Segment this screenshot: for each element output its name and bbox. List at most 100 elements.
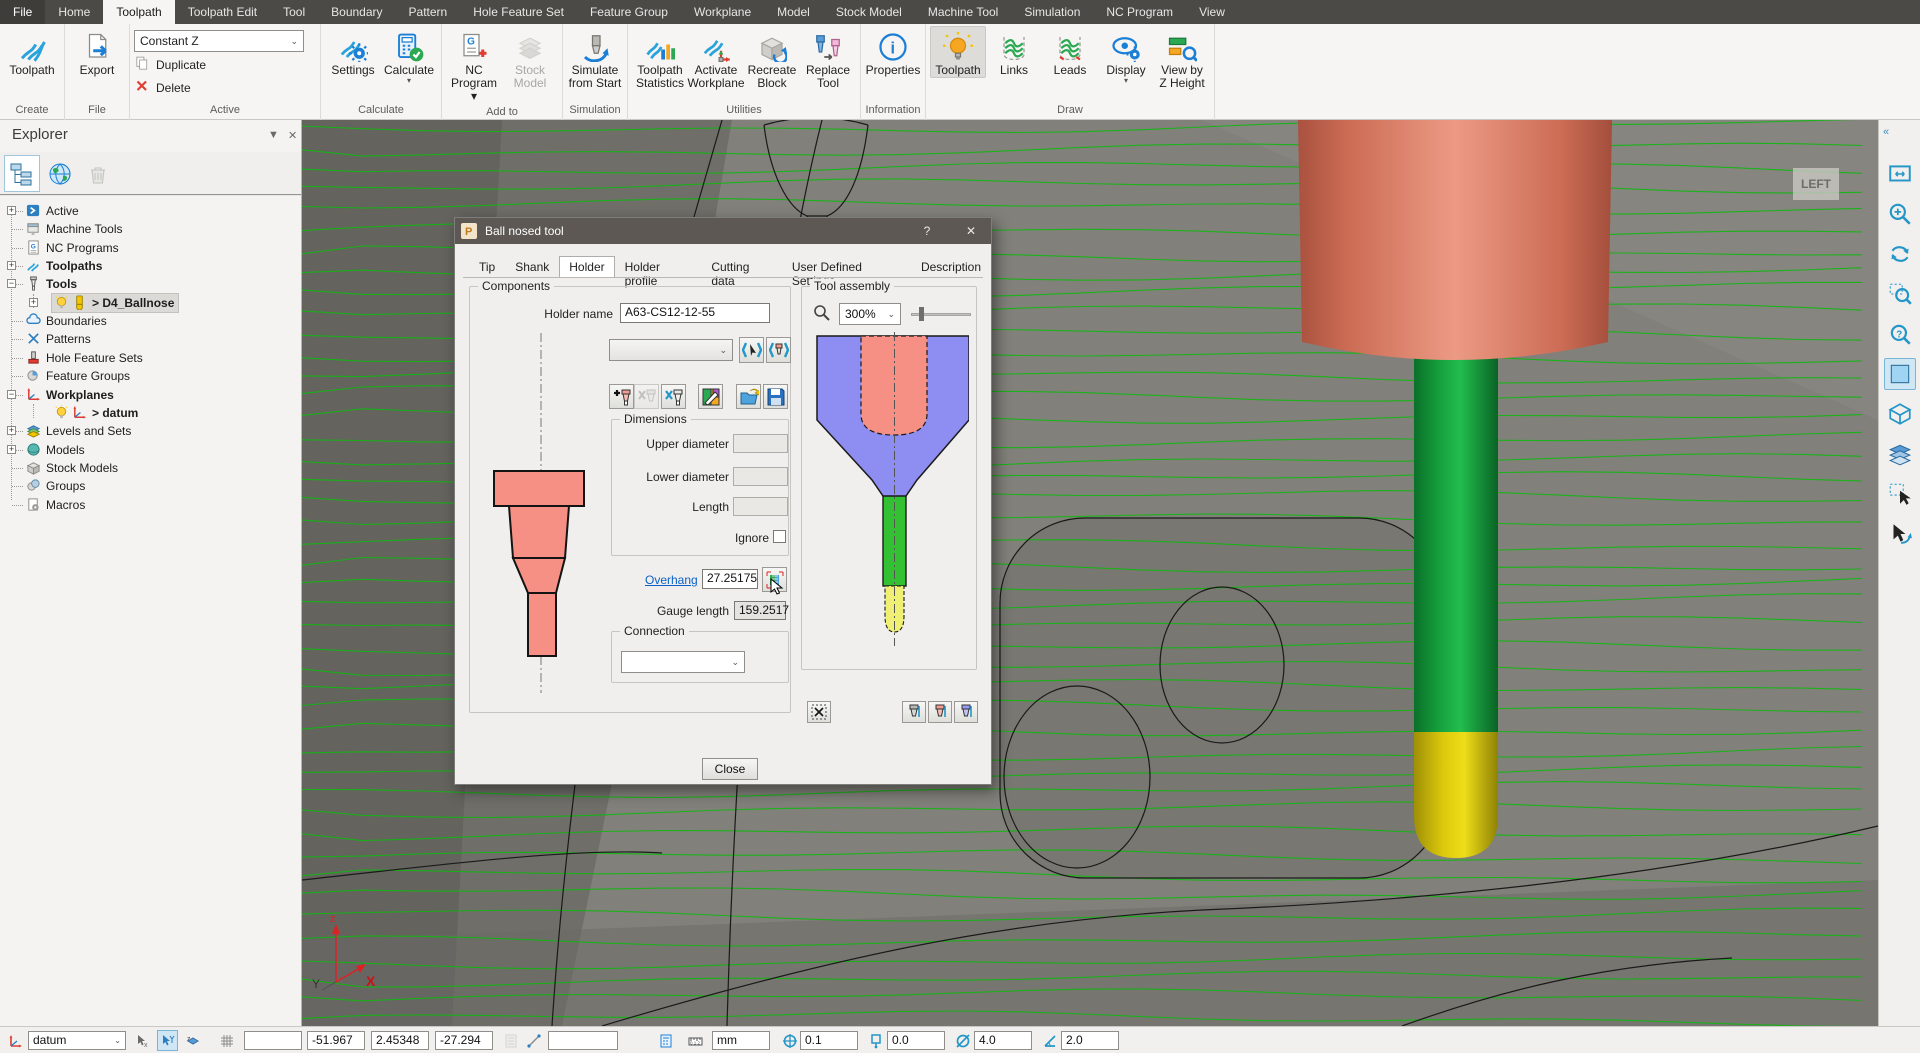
save-holder-button[interactable] bbox=[763, 384, 788, 409]
ribbon-button-toolpath-statistics[interactable]: ToolpathStatistics bbox=[632, 26, 688, 91]
ribbon-button-links[interactable]: Links bbox=[986, 26, 1042, 78]
tree-expand-plus[interactable]: + bbox=[29, 298, 38, 307]
tree-item-active[interactable]: +Active bbox=[0, 202, 301, 220]
zoom-in-button[interactable] bbox=[1884, 198, 1916, 230]
levels-button[interactable] bbox=[1884, 438, 1916, 470]
menu-view[interactable]: View bbox=[1186, 0, 1238, 24]
explorer-trash-button[interactable] bbox=[80, 155, 116, 192]
upper-diameter-input[interactable] bbox=[733, 434, 788, 453]
menu-tool[interactable]: Tool bbox=[270, 0, 318, 24]
assembly-zoom-slider-handle[interactable] bbox=[919, 307, 924, 321]
overhang-input[interactable]: 27.25175 bbox=[702, 569, 758, 589]
tree-expand-plus[interactable]: + bbox=[7, 206, 16, 215]
ribbon-button-duplicate[interactable]: Duplicate bbox=[134, 54, 316, 75]
coord-z-field[interactable]: -27.294 bbox=[435, 1031, 493, 1050]
menu-pattern[interactable]: Pattern bbox=[396, 0, 461, 24]
open-holder-button[interactable] bbox=[736, 384, 761, 409]
active-strategy-dropdown[interactable]: Constant Z⌄ bbox=[134, 30, 304, 52]
tree-item-stockmodels[interactable]: Stock Models bbox=[0, 459, 301, 477]
ribbon-button-activate-workplane[interactable]: ActivateWorkplane bbox=[688, 26, 744, 91]
iso-view-cube-button[interactable] bbox=[1884, 398, 1916, 430]
holder-name-input[interactable]: A63-CS12-12-55 bbox=[620, 303, 770, 323]
coord-x-field[interactable]: -51.967 bbox=[307, 1031, 365, 1050]
add-component-button[interactable] bbox=[609, 384, 634, 409]
component-select-combo[interactable]: ⌄ bbox=[609, 339, 733, 361]
list-icon[interactable] bbox=[500, 1030, 521, 1051]
grid-size-field[interactable] bbox=[244, 1031, 302, 1050]
wizard-tool-button[interactable] bbox=[766, 337, 791, 363]
menu-toolpath[interactable]: Toolpath bbox=[103, 0, 174, 24]
menu-model[interactable]: Model bbox=[764, 0, 823, 24]
dialog-tab-holder-profile[interactable]: Holder profile bbox=[615, 256, 702, 278]
tree-item-toolpaths[interactable]: +Toolpaths bbox=[0, 257, 301, 275]
shaded-view-button[interactable] bbox=[1884, 358, 1916, 390]
tree-item-boundaries[interactable]: Boundaries bbox=[0, 312, 301, 330]
explorer-web-button[interactable] bbox=[42, 155, 78, 192]
menu-hole-feature-set[interactable]: Hole Feature Set bbox=[460, 0, 577, 24]
explorer-close-icon[interactable]: ✕ bbox=[288, 129, 297, 142]
cursor-z-icon[interactable]: z bbox=[182, 1030, 203, 1051]
tree-item-patterns[interactable]: Patterns bbox=[0, 330, 301, 348]
dialog-tab-user-defined-settings[interactable]: User Defined Settings bbox=[782, 256, 911, 278]
tree-item-macros[interactable]: Macros bbox=[0, 496, 301, 514]
tree-item-levelsandsets[interactable]: +Levels and Sets bbox=[0, 422, 301, 440]
assembly-shade-button-2[interactable] bbox=[928, 701, 952, 723]
dialog-tab-cutting-data[interactable]: Cutting data bbox=[701, 256, 782, 278]
refresh-view-button[interactable] bbox=[1884, 238, 1916, 270]
tree-expand-minus[interactable]: − bbox=[7, 390, 16, 399]
ribbon-button-view-by-z-height[interactable]: View byZ Height bbox=[1154, 26, 1210, 91]
menu-toolpath-edit[interactable]: Toolpath Edit bbox=[175, 0, 270, 24]
ribbon-button-nc-program--[interactable]: GNCProgram ▾ bbox=[446, 26, 502, 104]
tree-expand-minus[interactable]: − bbox=[7, 279, 16, 288]
tree-item-featuregroups[interactable]: Feature Groups bbox=[0, 367, 301, 385]
tree-item-tools[interactable]: −Tools bbox=[0, 275, 301, 293]
ribbon-button-display[interactable]: Display▾ bbox=[1098, 26, 1154, 86]
diameter-field[interactable]: 4.0 bbox=[974, 1031, 1032, 1050]
tree-item-models[interactable]: +Models bbox=[0, 441, 301, 459]
dialog-tab-shank[interactable]: Shank bbox=[505, 256, 559, 278]
stepover-field[interactable]: 2.0 bbox=[1061, 1031, 1119, 1050]
tree-expand-plus[interactable]: + bbox=[7, 445, 16, 454]
dialog-tab-holder[interactable]: Holder bbox=[559, 256, 614, 278]
lower-diameter-input[interactable] bbox=[733, 467, 788, 486]
thickness-field[interactable]: 0.0 bbox=[887, 1031, 945, 1050]
explorer-tree-view-button[interactable] bbox=[4, 155, 40, 192]
remove-component-button[interactable] bbox=[634, 384, 659, 409]
select-box-button[interactable] bbox=[1884, 478, 1916, 510]
menu-workplane[interactable]: Workplane bbox=[681, 0, 764, 24]
menu-file[interactable]: File bbox=[0, 0, 45, 24]
menu-machine-tool[interactable]: Machine Tool bbox=[915, 0, 1012, 24]
menu-nc-program[interactable]: NC Program bbox=[1093, 0, 1186, 24]
fit-screen-button[interactable] bbox=[1884, 158, 1916, 190]
select-rotate-button[interactable] bbox=[1884, 518, 1916, 550]
menu-feature-group[interactable]: Feature Group bbox=[577, 0, 681, 24]
dialog-tab-description[interactable]: Description bbox=[911, 256, 991, 278]
ribbon-button-settings[interactable]: Settings bbox=[325, 26, 381, 78]
ribbon-button-properties[interactable]: iProperties bbox=[865, 26, 921, 78]
dialog-titlebar[interactable]: P Ball nosed tool ? ✕ bbox=[455, 218, 991, 244]
assembly-autoscale-button[interactable] bbox=[807, 701, 831, 723]
tree-item-workplanes[interactable]: −Workplanes bbox=[0, 386, 301, 404]
ribbon-button-simulate-from-start[interactable]: Simulatefrom Start bbox=[567, 26, 623, 91]
dialog-close-x-button[interactable]: ✕ bbox=[961, 222, 981, 240]
menu-stock-model[interactable]: Stock Model bbox=[823, 0, 915, 24]
ribbon-button-toolpath[interactable]: Toolpath bbox=[4, 26, 60, 78]
dialog-help-button[interactable]: ? bbox=[917, 222, 937, 240]
cursor-x-icon[interactable]: x bbox=[132, 1030, 153, 1051]
ribbon-button-leads[interactable]: Leads bbox=[1042, 26, 1098, 78]
cursor-y-icon[interactable] bbox=[157, 1030, 178, 1051]
overhang-link[interactable]: Overhang bbox=[645, 573, 698, 587]
wizard-select-button[interactable] bbox=[739, 337, 764, 363]
units-field[interactable]: mm bbox=[712, 1031, 770, 1050]
grid-icon[interactable] bbox=[216, 1030, 237, 1051]
menu-simulation[interactable]: Simulation bbox=[1011, 0, 1093, 24]
tree-expand-plus[interactable]: + bbox=[7, 426, 16, 435]
assembly-zoom-select[interactable]: 300%⌄ bbox=[839, 303, 901, 325]
assembly-shade-button-1[interactable] bbox=[902, 701, 926, 723]
tree-expand-plus[interactable]: + bbox=[7, 261, 16, 270]
ribbon-button-delete[interactable]: Delete bbox=[134, 77, 316, 98]
connection-combo[interactable]: ⌄ bbox=[621, 651, 745, 673]
menu-home[interactable]: Home bbox=[45, 0, 103, 24]
length-input[interactable] bbox=[733, 497, 788, 516]
zoom-box-button[interactable] bbox=[1884, 278, 1916, 310]
